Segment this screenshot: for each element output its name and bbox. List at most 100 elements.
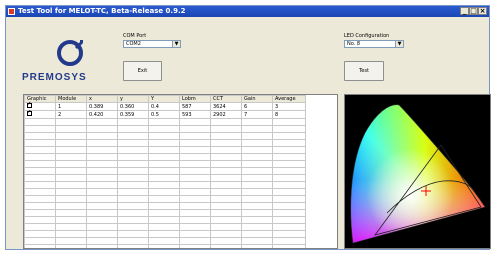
- exit-button[interactable]: Exit: [123, 61, 162, 81]
- com-port-select[interactable]: COM2 ▼: [123, 40, 181, 48]
- cie-chromaticity-diagram: [344, 94, 491, 249]
- led-config-select[interactable]: No. 8 ▼: [344, 40, 404, 48]
- col-header-x[interactable]: x: [86, 95, 118, 103]
- empty-table-row: [24, 202, 306, 210]
- empty-cell: [24, 188, 56, 196]
- empty-cell: [55, 237, 87, 245]
- close-button[interactable]: ×: [478, 7, 487, 15]
- col-header-y[interactable]: y: [117, 95, 149, 103]
- col-header-big-y[interactable]: Y: [148, 95, 180, 103]
- empty-cell: [24, 174, 56, 182]
- empty-cell: [179, 188, 211, 196]
- empty-cell: [272, 160, 306, 168]
- graphic-checkbox[interactable]: [27, 101, 32, 108]
- empty-cell: [179, 139, 211, 147]
- empty-cell: [241, 174, 273, 182]
- table-cell: 7: [241, 110, 273, 119]
- empty-cell: [117, 230, 149, 238]
- empty-table-row: [24, 174, 306, 182]
- empty-cell: [210, 146, 242, 154]
- table-row[interactable]: 10.3890.3600.4587362463: [24, 101, 306, 111]
- empty-cell: [117, 174, 149, 182]
- empty-cell: [210, 160, 242, 168]
- empty-cell: [148, 139, 180, 147]
- row-graphic-checkbox-cell[interactable]: [24, 109, 56, 119]
- empty-table-row: [24, 160, 306, 168]
- led-config-label: LED Configuration: [344, 33, 390, 39]
- table-cell: 2902: [210, 110, 242, 119]
- empty-cell: [24, 139, 56, 147]
- empty-cell: [148, 209, 180, 217]
- empty-cell: [241, 230, 273, 238]
- empty-table-row: [24, 230, 306, 238]
- test-button[interactable]: Test: [344, 61, 384, 81]
- empty-cell: [117, 146, 149, 154]
- empty-cell: [210, 181, 242, 189]
- empty-cell: [272, 153, 306, 161]
- empty-cell: [210, 139, 242, 147]
- empty-cell: [241, 195, 273, 203]
- empty-cell: [210, 167, 242, 175]
- empty-cell: [210, 216, 242, 224]
- empty-cell: [179, 146, 211, 154]
- maximize-button[interactable]: □: [469, 7, 478, 15]
- empty-cell: [24, 216, 56, 224]
- table-row[interactable]: 20.4200.3590.5593290278: [24, 109, 306, 119]
- empty-table-row: [24, 188, 306, 196]
- empty-cell: [55, 132, 87, 140]
- empty-cell: [241, 160, 273, 168]
- minimize-button[interactable]: _: [460, 7, 469, 15]
- empty-cell: [179, 174, 211, 182]
- logo-mark-icon: [57, 40, 84, 66]
- empty-cell: [241, 146, 273, 154]
- empty-table-row: [24, 216, 306, 224]
- empty-cell: [55, 209, 87, 217]
- empty-cell: [148, 146, 180, 154]
- empty-cell: [148, 202, 180, 210]
- empty-cell: [241, 181, 273, 189]
- empty-cell: [148, 216, 180, 224]
- table-cell: 0.420: [86, 110, 118, 119]
- empty-cell: [179, 160, 211, 168]
- col-header-cct[interactable]: CCT: [210, 95, 242, 103]
- empty-cell: [272, 125, 306, 133]
- table-header-row: Graphic Module x y Y Lobm CCT Gain Avera…: [24, 95, 306, 103]
- empty-cell: [86, 146, 118, 154]
- chevron-down-icon[interactable]: ▼: [172, 41, 180, 47]
- empty-cell: [86, 167, 118, 175]
- table-cell: 0.5: [148, 110, 180, 119]
- empty-cell: [179, 195, 211, 203]
- empty-cell: [55, 195, 87, 203]
- results-table[interactable]: Graphic Module x y Y Lobm CCT Gain Avera…: [23, 94, 338, 249]
- empty-cell: [55, 181, 87, 189]
- com-port-label: COM Port: [123, 33, 147, 39]
- empty-cell: [210, 230, 242, 238]
- empty-cell: [179, 132, 211, 140]
- brand-name: PREMOSYS: [22, 72, 87, 83]
- empty-cell: [179, 237, 211, 245]
- graphic-checkbox[interactable]: [27, 109, 32, 116]
- empty-cell: [117, 195, 149, 203]
- empty-cell: [210, 223, 242, 231]
- col-header-lobm[interactable]: Lobm: [179, 95, 211, 103]
- empty-cell: [24, 160, 56, 168]
- com-port-value: COM2: [126, 41, 141, 47]
- empty-cell: [272, 181, 306, 189]
- col-header-average[interactable]: Average: [272, 95, 306, 103]
- empty-cell: [241, 188, 273, 196]
- empty-cell: [148, 223, 180, 231]
- chevron-down-icon[interactable]: ▼: [395, 41, 403, 47]
- empty-table-row: [24, 139, 306, 147]
- empty-cell: [55, 244, 87, 248]
- empty-cell: [179, 209, 211, 217]
- empty-cell: [86, 195, 118, 203]
- empty-cell: [86, 181, 118, 189]
- table-cell: 6: [241, 102, 273, 111]
- col-header-module[interactable]: Module: [55, 95, 87, 103]
- empty-cell: [117, 223, 149, 231]
- table-cell: 3: [272, 102, 306, 111]
- empty-table-row: [24, 153, 306, 161]
- col-header-gain[interactable]: Gain: [241, 95, 273, 103]
- empty-cell: [55, 139, 87, 147]
- company-logo: PREMOSYS: [22, 36, 117, 86]
